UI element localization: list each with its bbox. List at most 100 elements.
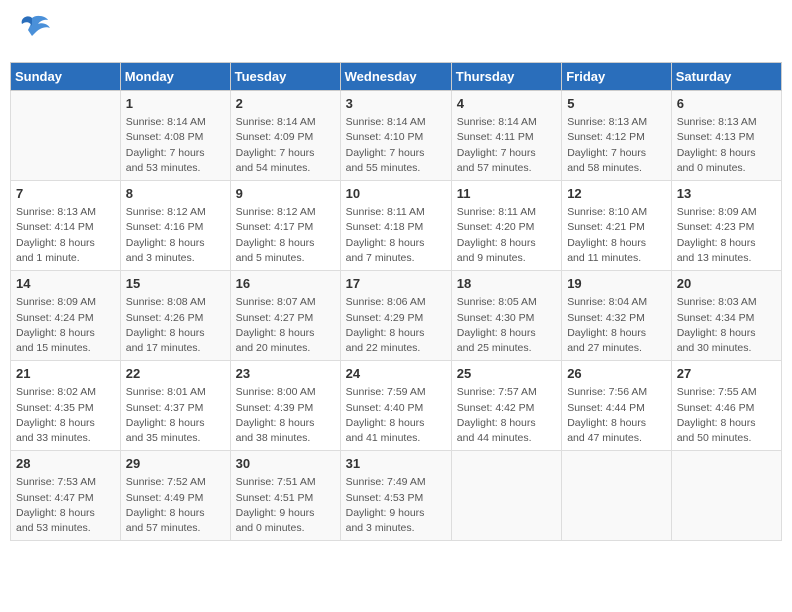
calendar-cell: 2 Sunrise: 8:14 AMSunset: 4:09 PMDaylight… (230, 91, 340, 181)
calendar-table: SundayMondayTuesdayWednesdayThursdayFrid… (10, 62, 782, 541)
calendar-cell: 30 Sunrise: 7:51 AMSunset: 4:51 PMDayligh… (230, 451, 340, 541)
calendar-cell: 23Sunrise: 8:00 AMSunset: 4:39 PMDayligh… (230, 361, 340, 451)
day-info: Sunrise: 7:49 AMSunset: 4:53 PMDaylight:… (346, 475, 446, 536)
day-number: 26 (567, 365, 666, 383)
day-info: Sunrise: 7:56 AMSunset: 4:44 PMDaylight:… (567, 385, 666, 446)
calendar-cell: 31 Sunrise: 7:49 AMSunset: 4:53 PMDayligh… (340, 451, 451, 541)
week-row-3: 14Sunrise: 8:09 AMSunset: 4:24 PMDayligh… (11, 271, 782, 361)
calendar-cell: 20Sunrise: 8:03 AMSunset: 4:34 PMDayligh… (671, 271, 781, 361)
day-info: Sunrise: 8:11 AMSunset: 4:20 PMDaylight:… (457, 205, 556, 266)
day-number: 20 (677, 275, 776, 293)
day-info: Sunrise: 8:04 AMSunset: 4:32 PMDaylight:… (567, 295, 666, 356)
day-number: 9 (236, 185, 335, 203)
day-header-monday: Monday (120, 63, 230, 91)
calendar-cell: 21 Sunrise: 8:02 AMSunset: 4:35 PMDayligh… (11, 361, 121, 451)
day-info: Sunrise: 8:12 AMSunset: 4:16 PMDaylight:… (126, 205, 225, 266)
calendar-cell (562, 451, 672, 541)
day-info: Sunrise: 8:14 AMSunset: 4:09 PMDaylight:… (236, 115, 335, 176)
day-number: 2 (236, 95, 335, 113)
day-number: 6 (677, 95, 776, 113)
calendar-cell: 27 Sunrise: 7:55 AMSunset: 4:46 PMDayligh… (671, 361, 781, 451)
day-number: 14 (16, 275, 115, 293)
calendar-cell (11, 91, 121, 181)
week-row-2: 7Sunrise: 8:13 AMSunset: 4:14 PMDaylight… (11, 181, 782, 271)
day-number: 24 (346, 365, 446, 383)
page-header (10, 10, 782, 54)
calendar-cell: 9 Sunrise: 8:12 AMSunset: 4:17 PMDaylight… (230, 181, 340, 271)
day-header-thursday: Thursday (451, 63, 561, 91)
calendar-cell: 13Sunrise: 8:09 AMSunset: 4:23 PMDayligh… (671, 181, 781, 271)
day-info: Sunrise: 8:02 AMSunset: 4:35 PMDaylight:… (16, 385, 115, 446)
day-number: 29 (126, 455, 225, 473)
day-number: 12 (567, 185, 666, 203)
day-info: Sunrise: 7:51 AMSunset: 4:51 PMDaylight:… (236, 475, 335, 536)
calendar-cell: 5 Sunrise: 8:13 AMSunset: 4:12 PMDaylight… (562, 91, 672, 181)
day-number: 31 (346, 455, 446, 473)
day-number: 19 (567, 275, 666, 293)
day-number: 17 (346, 275, 446, 293)
day-info: Sunrise: 7:55 AMSunset: 4:46 PMDaylight:… (677, 385, 776, 446)
day-info: Sunrise: 7:53 AMSunset: 4:47 PMDaylight:… (16, 475, 115, 536)
day-number: 3 (346, 95, 446, 113)
calendar-cell (671, 451, 781, 541)
day-info: Sunrise: 8:05 AMSunset: 4:30 PMDaylight:… (457, 295, 556, 356)
day-number: 27 (677, 365, 776, 383)
day-number: 30 (236, 455, 335, 473)
calendar-cell: 10 Sunrise: 8:11 AMSunset: 4:18 PMDayligh… (340, 181, 451, 271)
day-info: Sunrise: 8:14 AMSunset: 4:08 PMDaylight:… (126, 115, 225, 176)
calendar-cell: 18 Sunrise: 8:05 AMSunset: 4:30 PMDayligh… (451, 271, 561, 361)
day-info: Sunrise: 8:13 AMSunset: 4:12 PMDaylight:… (567, 115, 666, 176)
calendar-cell: 16 Sunrise: 8:07 AMSunset: 4:27 PMDayligh… (230, 271, 340, 361)
calendar-cell: 3Sunrise: 8:14 AMSunset: 4:10 PMDaylight… (340, 91, 451, 181)
day-info: Sunrise: 8:12 AMSunset: 4:17 PMDaylight:… (236, 205, 335, 266)
day-number: 4 (457, 95, 556, 113)
day-number: 16 (236, 275, 335, 293)
day-info: Sunrise: 8:07 AMSunset: 4:27 PMDaylight:… (236, 295, 335, 356)
day-number: 8 (126, 185, 225, 203)
day-header-saturday: Saturday (671, 63, 781, 91)
day-number: 11 (457, 185, 556, 203)
calendar-cell: 7Sunrise: 8:13 AMSunset: 4:14 PMDaylight… (11, 181, 121, 271)
calendar-cell: 11 Sunrise: 8:11 AMSunset: 4:20 PMDayligh… (451, 181, 561, 271)
day-info: Sunrise: 7:59 AMSunset: 4:40 PMDaylight:… (346, 385, 446, 446)
day-info: Sunrise: 8:06 AMSunset: 4:29 PMDaylight:… (346, 295, 446, 356)
day-number: 21 (16, 365, 115, 383)
day-info: Sunrise: 8:01 AMSunset: 4:37 PMDaylight:… (126, 385, 225, 446)
day-number: 22 (126, 365, 225, 383)
day-number: 28 (16, 455, 115, 473)
day-info: Sunrise: 8:13 AMSunset: 4:13 PMDaylight:… (677, 115, 776, 176)
calendar-cell: 25 Sunrise: 7:57 AMSunset: 4:42 PMDayligh… (451, 361, 561, 451)
day-info: Sunrise: 8:00 AMSunset: 4:39 PMDaylight:… (236, 385, 335, 446)
day-number: 10 (346, 185, 446, 203)
calendar-cell: 17 Sunrise: 8:06 AMSunset: 4:29 PMDayligh… (340, 271, 451, 361)
days-header-row: SundayMondayTuesdayWednesdayThursdayFrid… (11, 63, 782, 91)
week-row-5: 28 Sunrise: 7:53 AMSunset: 4:47 PMDayligh… (11, 451, 782, 541)
day-info: Sunrise: 8:13 AMSunset: 4:14 PMDaylight:… (16, 205, 115, 266)
calendar-cell: 12Sunrise: 8:10 AMSunset: 4:21 PMDayligh… (562, 181, 672, 271)
logo (10, 10, 56, 54)
calendar-cell: 1 Sunrise: 8:14 AMSunset: 4:08 PMDaylight… (120, 91, 230, 181)
day-info: Sunrise: 8:08 AMSunset: 4:26 PMDaylight:… (126, 295, 225, 356)
day-number: 25 (457, 365, 556, 383)
calendar-cell: 24 Sunrise: 7:59 AMSunset: 4:40 PMDayligh… (340, 361, 451, 451)
day-header-tuesday: Tuesday (230, 63, 340, 91)
calendar-cell: 8 Sunrise: 8:12 AMSunset: 4:16 PMDaylight… (120, 181, 230, 271)
week-row-4: 21 Sunrise: 8:02 AMSunset: 4:35 PMDayligh… (11, 361, 782, 451)
day-number: 15 (126, 275, 225, 293)
day-number: 13 (677, 185, 776, 203)
calendar-cell: 29 Sunrise: 7:52 AMSunset: 4:49 PMDayligh… (120, 451, 230, 541)
day-number: 18 (457, 275, 556, 293)
day-number: 5 (567, 95, 666, 113)
calendar-cell: 22 Sunrise: 8:01 AMSunset: 4:37 PMDayligh… (120, 361, 230, 451)
day-header-friday: Friday (562, 63, 672, 91)
day-info: Sunrise: 7:57 AMSunset: 4:42 PMDaylight:… (457, 385, 556, 446)
day-info: Sunrise: 8:11 AMSunset: 4:18 PMDaylight:… (346, 205, 446, 266)
calendar-cell: 19 Sunrise: 8:04 AMSunset: 4:32 PMDayligh… (562, 271, 672, 361)
day-header-sunday: Sunday (11, 63, 121, 91)
calendar-cell (451, 451, 561, 541)
day-info: Sunrise: 7:52 AMSunset: 4:49 PMDaylight:… (126, 475, 225, 536)
calendar-cell: 26 Sunrise: 7:56 AMSunset: 4:44 PMDayligh… (562, 361, 672, 451)
day-number: 1 (126, 95, 225, 113)
calendar-cell: 28 Sunrise: 7:53 AMSunset: 4:47 PMDayligh… (11, 451, 121, 541)
day-header-wednesday: Wednesday (340, 63, 451, 91)
